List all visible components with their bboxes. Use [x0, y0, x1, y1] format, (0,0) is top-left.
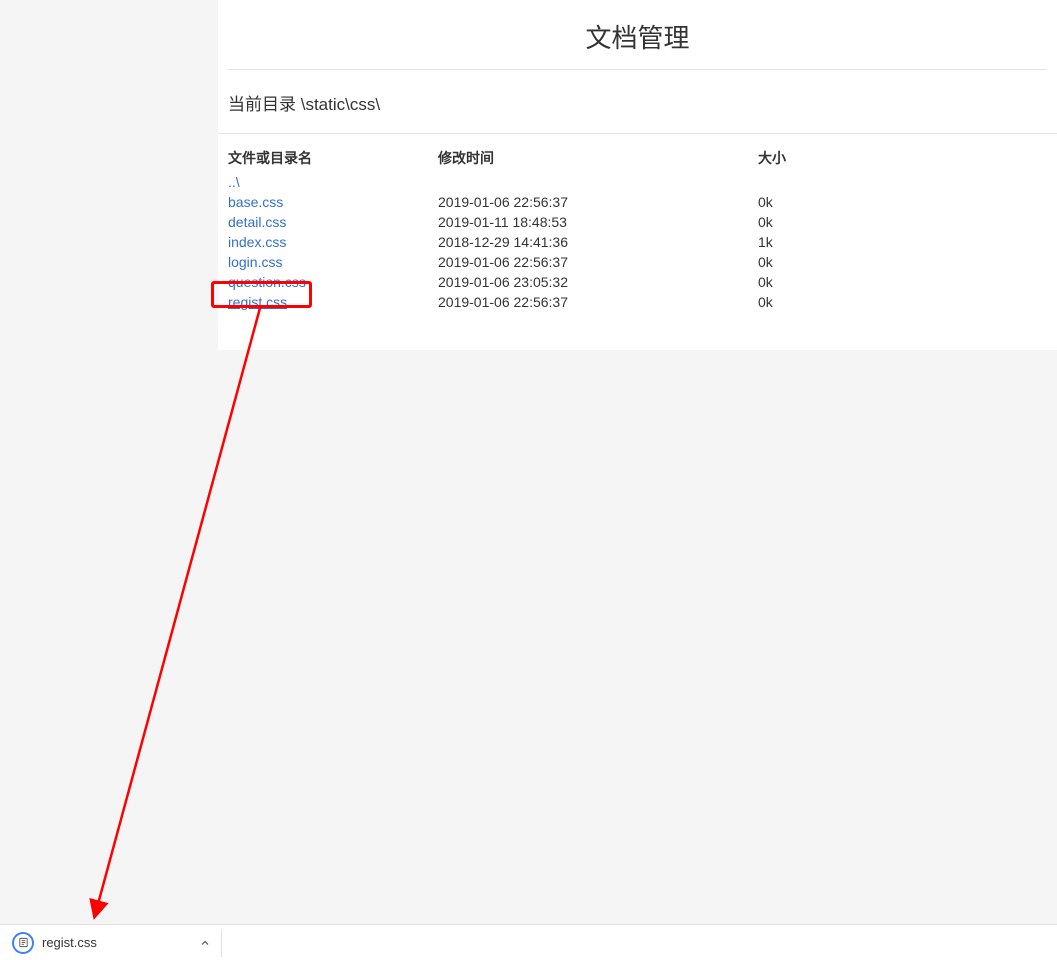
file-size: 0k: [758, 272, 1047, 292]
download-bar: regist.css: [0, 924, 1057, 960]
download-file-name: regist.css: [42, 935, 197, 950]
file-link[interactable]: regist.css: [228, 294, 287, 310]
file-row: index.css 2018-12-29 14:41:36 1k: [228, 232, 1047, 252]
file-size: 0k: [758, 212, 1047, 232]
file-time: 2019-01-11 18:48:53: [438, 212, 758, 232]
file-row: detail.css 2019-01-11 18:48:53 0k: [228, 212, 1047, 232]
file-time: 2019-01-06 22:56:37: [438, 192, 758, 212]
header-name: 文件或目录名: [228, 148, 438, 168]
current-directory-label: 当前目录 \static\css\: [218, 70, 1057, 134]
file-download-icon: [12, 932, 34, 954]
file-listing: 文件或目录名 修改时间 大小 ..\ base.css 2019-01-06 2…: [218, 134, 1057, 336]
file-time: 2019-01-06 22:56:37: [438, 292, 758, 312]
header-time: 修改时间: [438, 148, 758, 168]
main-panel: 文档管理 当前目录 \static\css\ 文件或目录名 修改时间 大小 ..…: [218, 0, 1057, 350]
file-row: login.css 2019-01-06 22:56:37 0k: [228, 252, 1047, 272]
file-row: base.css 2019-01-06 22:56:37 0k: [228, 192, 1047, 212]
file-time: 2018-12-29 14:41:36: [438, 232, 758, 252]
parent-dir-row: ..\: [228, 172, 1047, 192]
file-size: 0k: [758, 192, 1047, 212]
download-chip[interactable]: regist.css: [8, 929, 222, 957]
parent-dir-link[interactable]: ..\: [228, 174, 240, 190]
file-row: regist.css 2019-01-06 22:56:37 0k: [228, 292, 1047, 312]
file-link[interactable]: index.css: [228, 234, 286, 250]
listing-header: 文件或目录名 修改时间 大小: [228, 148, 1047, 172]
file-time: 2019-01-06 23:05:32: [438, 272, 758, 292]
file-row: question.css 2019-01-06 23:05:32 0k: [228, 272, 1047, 292]
header-size: 大小: [758, 148, 1047, 168]
file-link[interactable]: login.css: [228, 254, 282, 270]
sidebar: [0, 0, 218, 924]
file-link[interactable]: question.css: [228, 274, 306, 290]
file-link[interactable]: base.css: [228, 194, 283, 210]
file-size: 1k: [758, 232, 1047, 252]
file-size: 0k: [758, 252, 1047, 272]
file-time: 2019-01-06 22:56:37: [438, 252, 758, 272]
chevron-up-icon[interactable]: [197, 935, 213, 951]
file-link[interactable]: detail.css: [228, 214, 286, 230]
page-title: 文档管理: [228, 0, 1047, 70]
file-size: 0k: [758, 292, 1047, 312]
